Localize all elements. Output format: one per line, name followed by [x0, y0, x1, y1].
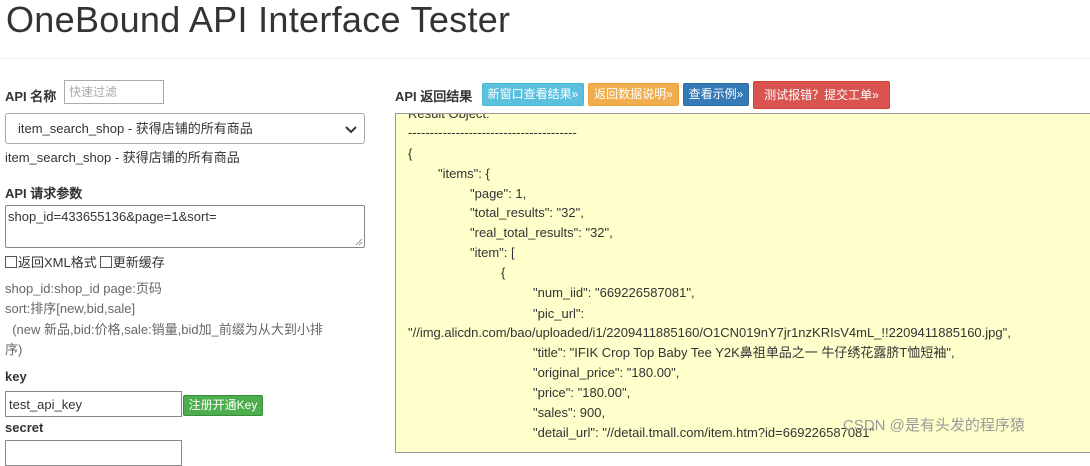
- params-textarea[interactable]: shop_id=433655136&page=1&sort=: [5, 205, 365, 248]
- register-key-button[interactable]: 注册开通Key: [183, 395, 263, 416]
- params-label: API 请求参数: [5, 186, 83, 201]
- refresh-cache-checkbox[interactable]: [99, 255, 112, 268]
- xml-format-label: 返回XML格式: [18, 255, 97, 270]
- params-value: shop_id=433655136&page=1&sort=: [8, 209, 217, 224]
- secret-input[interactable]: [5, 440, 182, 466]
- result-line: "detail_url": "//detail.tmall.com/item.h…: [533, 425, 875, 440]
- result-line: ---------------------------------------: [408, 125, 577, 140]
- view-example-button[interactable]: 查看示例»: [683, 83, 749, 106]
- options-row: 返回XML格式 更新缓存: [5, 252, 165, 271]
- result-line: "items": {: [438, 166, 490, 181]
- result-line: "num_iid": "669226587081",: [533, 285, 695, 300]
- report-error-button[interactable]: 测试报错？提交工单»: [753, 81, 890, 109]
- api-name-label: API 名称: [5, 89, 57, 104]
- open-new-window-button[interactable]: 新窗口查看结果»: [482, 83, 584, 106]
- api-filter-input[interactable]: [64, 80, 164, 104]
- result-output[interactable]: Result Object: -------------------------…: [395, 113, 1090, 453]
- result-line: "//img.alicdn.com/bao/uploaded/i1/220941…: [408, 325, 1011, 340]
- key-label: key: [5, 369, 27, 384]
- params-help-line1: shop_id:shop_id page:页码: [5, 281, 162, 296]
- result-line: "pic_url":: [533, 306, 585, 321]
- params-help-line3: (new 新品,bid:价格,sale:销量,bid加_前缀为从大到小排: [5, 322, 323, 337]
- secret-label: secret: [5, 420, 44, 435]
- resize-grip-icon[interactable]: [355, 238, 363, 246]
- key-input[interactable]: [5, 391, 182, 417]
- watermark: CSDN @是有头发的程序猿: [843, 417, 1025, 434]
- result-line: "original_price": "180.00",: [533, 365, 680, 380]
- params-help-line4: 序): [5, 342, 23, 357]
- result-line: "sales": 900,: [533, 405, 606, 420]
- result-line: "total_results": "32",: [470, 205, 584, 220]
- refresh-cache-label: 更新缓存: [112, 255, 165, 270]
- result-line: "price": "180.00",: [533, 385, 631, 400]
- result-line: "page": 1,: [470, 186, 527, 201]
- api-select-value: item_search_shop - 获得店铺的所有商品: [18, 121, 253, 136]
- result-line: {: [501, 265, 506, 280]
- api-select[interactable]: item_search_shop - 获得店铺的所有商品: [5, 113, 365, 144]
- request-panel: API 名称 item_search_shop - 获得店铺的所有商品 item…: [0, 0, 380, 466]
- result-line: {: [408, 146, 413, 161]
- result-line: "real_total_results": "32",: [470, 225, 613, 240]
- result-line: "title": "IFIK Crop Top Baby Tee Y2K鼻祖单品…: [533, 345, 955, 360]
- xml-format-checkbox[interactable]: [5, 255, 17, 268]
- chevron-down-icon: [345, 126, 357, 134]
- params-help-line2: sort:排序[new,bid,sale]: [5, 301, 136, 316]
- result-label: API 返回结果: [395, 89, 473, 104]
- result-line: "item": [: [470, 245, 515, 260]
- return-data-doc-button[interactable]: 返回数据说明»: [588, 83, 679, 106]
- api-description: item_search_shop - 获得店铺的所有商品: [5, 150, 240, 165]
